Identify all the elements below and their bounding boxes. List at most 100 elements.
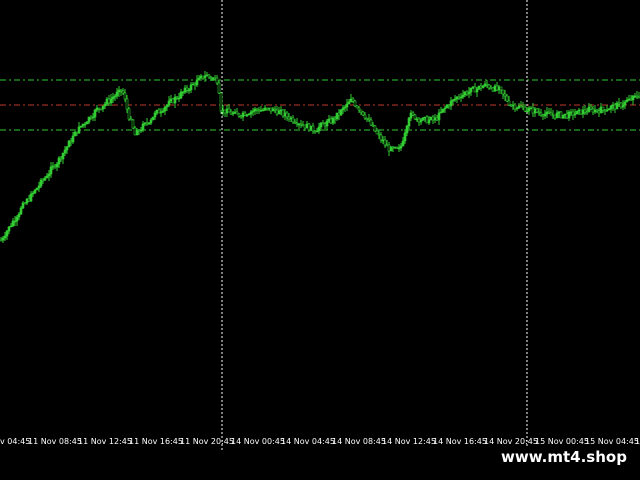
candle-body [101, 105, 105, 110]
candle-body [407, 117, 411, 127]
candle-body [147, 122, 151, 125]
candle-body [161, 110, 165, 113]
candle-body [351, 98, 355, 102]
candle-body [561, 114, 565, 119]
candle-body [7, 226, 11, 232]
candle-body [403, 132, 407, 142]
candle-body [363, 114, 367, 119]
candle-body [539, 112, 543, 116]
candle-body [67, 140, 71, 148]
candle-body [405, 125, 409, 134]
candle [575, 110, 579, 115]
candle-body [73, 131, 77, 137]
candle-body [221, 109, 225, 112]
candle-body [155, 109, 159, 114]
candle-body [625, 99, 629, 103]
time-tick-label: v 04:45 [0, 437, 31, 446]
candle [35, 187, 39, 191]
candle-body [159, 111, 163, 114]
candle-body [235, 111, 239, 115]
candle-body [19, 207, 23, 215]
candle-body [175, 96, 179, 99]
candle-body [189, 84, 193, 91]
candle-body [379, 134, 383, 141]
time-tick-label: 11 Nov 16:45 [129, 437, 183, 446]
candle-body [17, 213, 21, 218]
time-tick-label: 14 Nov 12:45 [382, 437, 436, 446]
candle-body [47, 173, 51, 177]
candle [171, 98, 175, 104]
candle-body [77, 126, 81, 134]
candle-body [115, 91, 119, 97]
candle [127, 107, 131, 121]
candle-body [503, 93, 507, 97]
candle-body [523, 106, 527, 112]
candle-body [61, 152, 65, 160]
candle-body [285, 112, 289, 118]
chart-window[interactable]: v 04:45 11 Nov 08:45 11 Nov 12:45 11 Nov 16… [0, 0, 640, 480]
candle-body [345, 103, 349, 108]
candle-body [239, 115, 243, 118]
candle-body [99, 108, 103, 111]
time-tick-label: 14 Nov 16:45 [433, 437, 487, 446]
time-tick-label: 15 Nov 0 [635, 437, 640, 446]
candle-body [111, 96, 115, 100]
candle-body [145, 122, 149, 125]
candle-body [469, 87, 473, 93]
candle-body [355, 105, 359, 109]
candle-body [481, 85, 485, 89]
candle-body [251, 110, 255, 113]
candle-body [325, 120, 329, 127]
candle-body [199, 75, 203, 79]
candle-body [499, 86, 503, 91]
candle-body [219, 92, 223, 112]
candle-body [127, 108, 131, 120]
candle-body [249, 111, 253, 115]
candle-body [555, 112, 559, 119]
candle-body [45, 175, 49, 179]
candle-body [149, 119, 153, 124]
candle-body [157, 109, 161, 114]
candle-body [359, 109, 363, 113]
candle-body [207, 74, 211, 78]
candle-body [195, 79, 199, 86]
candle-body [107, 98, 111, 104]
candle [99, 108, 103, 111]
candle-body [535, 108, 539, 113]
candle-body [129, 118, 133, 121]
candle-body [411, 112, 415, 116]
candle-body [421, 117, 425, 121]
candle-body [375, 130, 379, 135]
candle-body [113, 95, 117, 98]
candle [151, 116, 155, 121]
candle-body [441, 108, 445, 113]
candle-body [227, 108, 231, 113]
candle-body [179, 91, 183, 99]
candle-body [543, 113, 547, 117]
candle-body [467, 91, 471, 95]
candle-body [209, 76, 213, 79]
candle-body [83, 123, 87, 126]
candle-body [89, 116, 93, 119]
candle-body [609, 105, 613, 110]
candle-body [35, 187, 39, 191]
price-chart[interactable] [0, 0, 640, 450]
candle-body [9, 225, 13, 228]
candle-body [81, 123, 85, 127]
candle-body [211, 77, 215, 80]
candle [67, 140, 71, 148]
candle-body [203, 75, 207, 79]
candle-body [163, 106, 167, 112]
candle-body [109, 98, 113, 104]
candle-body [201, 75, 205, 79]
candle-body [449, 100, 453, 107]
candle-body [49, 166, 53, 175]
candle-body [225, 108, 229, 114]
candle-body [1, 237, 5, 241]
candle-body [311, 125, 315, 132]
candle-body [105, 98, 109, 105]
candle [131, 119, 135, 129]
candle-body [33, 189, 37, 194]
candle-body [427, 119, 431, 124]
candle-body [373, 125, 377, 132]
